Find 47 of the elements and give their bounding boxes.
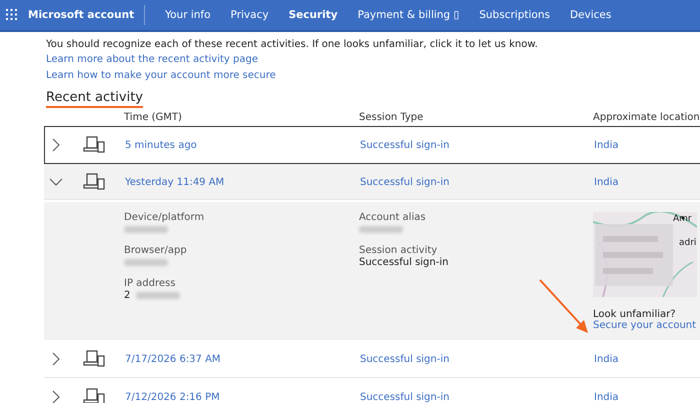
location-cell-text: India <box>594 176 620 188</box>
detail-value: Successful sign-in <box>359 257 448 268</box>
location-cell-text: India <box>594 392 620 402</box>
activity-row[interactable]: Yesterday 11:49 AM Successful sign-in India <box>44 164 700 200</box>
nav-tab[interactable]: Payment & billing ▯ <box>358 9 460 21</box>
redacted-value <box>124 259 168 266</box>
redacted-value <box>136 292 180 299</box>
session-cell-text: Successful sign-in <box>360 176 450 188</box>
session-cell-text: Successful sign-in <box>360 354 450 364</box>
map-label: adri <box>679 238 696 248</box>
time-cell-text: Yesterday 11:49 AM <box>125 176 226 188</box>
prompt-text: Look unfamiliar? <box>593 309 677 320</box>
column-header: Approximate location <box>593 112 700 122</box>
app-launcher-icon[interactable] <box>6 9 18 21</box>
brand-title[interactable]: Microsoft account <box>28 5 146 25</box>
computer-icon <box>83 388 105 403</box>
location-cell-text: India <box>594 140 620 150</box>
location-cell-text: India <box>594 354 620 364</box>
session-cell-text: Successful sign-in <box>360 140 450 150</box>
help-link[interactable]: Learn more about the recent activity page <box>46 52 700 68</box>
column-header: Time (GMT) <box>124 112 183 122</box>
help-link[interactable]: Learn how to make your account more secure <box>46 68 700 84</box>
computer-icon <box>83 136 105 154</box>
redacted-value <box>124 226 168 233</box>
session-cell-text: Successful sign-in <box>360 392 450 402</box>
detail-label: IP address <box>124 278 176 289</box>
computer-icon <box>83 173 105 191</box>
time-cell-text: 7/17/2026 6:37 AM <box>125 354 222 364</box>
section-title: Recent activity <box>46 90 143 108</box>
intro-text: You should recognize each of these recent activities. If one looks unfamiliar, click it to let us know. <box>46 38 539 52</box>
secure-account-link[interactable]: Secure your account <box>593 320 700 331</box>
column-header: Session Type <box>359 112 424 122</box>
detail-label: Account alias <box>359 212 427 223</box>
computer-icon <box>83 350 105 368</box>
time-cell-text: 7/12/2026 2:16 PM <box>125 392 221 402</box>
nav-tab[interactable]: Privacy <box>230 9 269 21</box>
detail-value: 2 <box>124 290 130 301</box>
nav-tab[interactable]: Your info <box>165 9 211 21</box>
detail-label: Session activity <box>359 245 438 256</box>
nav-tab[interactable]: Subscriptions <box>479 9 550 21</box>
activity-row[interactable]: 5 minutes ago Successful sign-in India <box>44 126 700 164</box>
nav-tab[interactable]: Security <box>288 9 338 21</box>
detail-label: Browser/app <box>124 245 188 256</box>
redacted-value <box>359 226 403 233</box>
detail-label: Device/platform <box>124 212 206 223</box>
time-cell-text: 5 minutes ago <box>125 140 198 150</box>
nav-tab[interactable]: Devices <box>570 9 612 21</box>
